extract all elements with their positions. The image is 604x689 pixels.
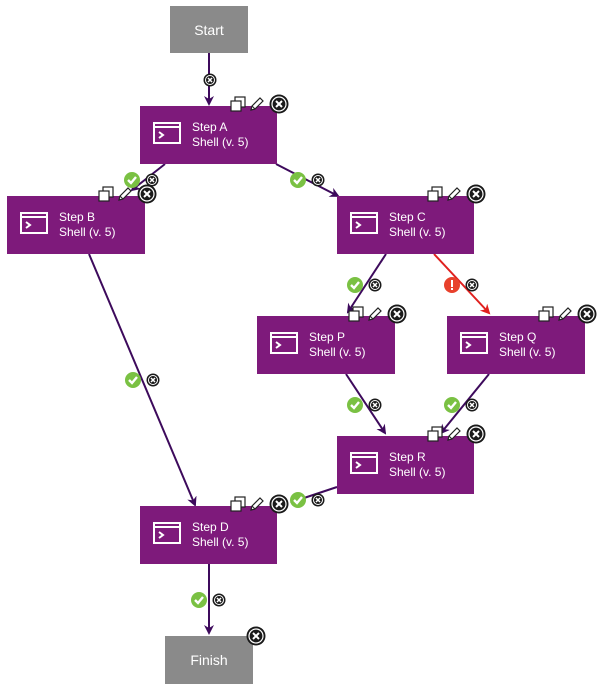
- step-subtitle: Shell (v. 5): [59, 225, 116, 239]
- start-node[interactable]: Start: [170, 6, 248, 53]
- step-title: Step C: [389, 210, 426, 224]
- edit-pencil-icon[interactable]: [557, 306, 573, 327]
- copy-icon[interactable]: [348, 306, 364, 327]
- delete-step-icon[interactable]: [577, 304, 597, 329]
- delete-step-icon[interactable]: [466, 184, 486, 209]
- delete-edge-icon[interactable]: [212, 593, 226, 612]
- delete-edge-icon[interactable]: [368, 398, 382, 417]
- delete-edge-icon[interactable]: [311, 173, 325, 192]
- step-title: Step R: [389, 450, 426, 464]
- success-condition-icon[interactable]: [347, 397, 363, 418]
- step-title: Step Q: [499, 330, 537, 344]
- delete-edge-icon[interactable]: [203, 73, 217, 92]
- edge-c-q[interactable]: [433, 253, 491, 315]
- failure-condition-icon[interactable]: [444, 277, 460, 298]
- edit-pencil-icon[interactable]: [249, 496, 265, 517]
- terminal-icon: [350, 452, 378, 474]
- delete-edge-icon[interactable]: [146, 373, 160, 392]
- delete-step-icon[interactable]: [137, 184, 157, 209]
- success-condition-icon[interactable]: [444, 397, 460, 418]
- delete-step-icon[interactable]: [387, 304, 407, 329]
- edge-a-c[interactable]: [275, 163, 340, 197]
- step-title: Step A: [192, 120, 228, 134]
- delete-step-icon[interactable]: [269, 494, 289, 519]
- step-title: Step B: [59, 210, 96, 224]
- delete-finish-icon[interactable]: [246, 626, 266, 651]
- success-condition-icon[interactable]: [290, 172, 306, 193]
- terminal-icon: [20, 212, 48, 234]
- delete-edge-icon[interactable]: [368, 278, 382, 297]
- copy-icon[interactable]: [427, 186, 443, 207]
- terminal-icon: [460, 332, 488, 354]
- delete-edge-icon[interactable]: [311, 493, 325, 512]
- terminal-icon: [153, 122, 181, 144]
- success-condition-icon[interactable]: [125, 372, 141, 393]
- edit-pencil-icon[interactable]: [446, 186, 462, 207]
- edit-pencil-icon[interactable]: [117, 186, 133, 207]
- edge-b-d[interactable]: [88, 253, 197, 507]
- step-subtitle: Shell (v. 5): [499, 345, 556, 359]
- step-title: Step P: [309, 330, 346, 344]
- edit-pencil-icon[interactable]: [446, 426, 462, 447]
- delete-step-icon[interactable]: [269, 94, 289, 119]
- step-subtitle: Shell (v. 5): [192, 535, 249, 549]
- step-subtitle: Shell (v. 5): [389, 225, 446, 239]
- copy-icon[interactable]: [230, 96, 246, 117]
- success-condition-icon[interactable]: [347, 277, 363, 298]
- step-title: Step D: [192, 520, 229, 534]
- step-subtitle: Shell (v. 5): [309, 345, 366, 359]
- delete-step-icon[interactable]: [466, 424, 486, 449]
- step-subtitle: Shell (v. 5): [192, 135, 249, 149]
- finish-label: Finish: [190, 652, 228, 668]
- delete-edge-icon[interactable]: [465, 398, 479, 417]
- terminal-icon: [350, 212, 378, 234]
- copy-icon[interactable]: [427, 426, 443, 447]
- copy-icon[interactable]: [98, 186, 114, 207]
- start-label: Start: [194, 21, 224, 38]
- copy-icon[interactable]: [230, 496, 246, 517]
- edit-pencil-icon[interactable]: [367, 306, 383, 327]
- delete-edge-icon[interactable]: [465, 278, 479, 297]
- finish-node[interactable]: Finish: [165, 636, 253, 684]
- success-condition-icon[interactable]: [290, 492, 306, 513]
- step-subtitle: Shell (v. 5): [389, 465, 446, 479]
- terminal-icon: [153, 522, 181, 544]
- success-condition-icon[interactable]: [191, 592, 207, 613]
- terminal-icon: [270, 332, 298, 354]
- edit-pencil-icon[interactable]: [249, 96, 265, 117]
- copy-icon[interactable]: [538, 306, 554, 327]
